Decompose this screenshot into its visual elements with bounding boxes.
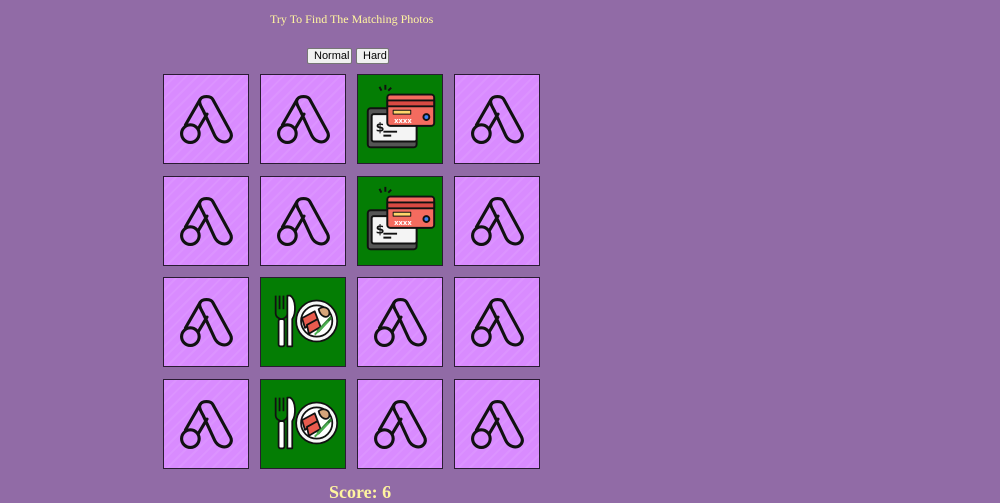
score-label: Score: xyxy=(329,482,378,502)
svg-text:$: $ xyxy=(376,222,385,237)
hard-difficulty-button[interactable]: Hard xyxy=(356,48,389,64)
memory-card[interactable] xyxy=(260,74,346,164)
score-value: 6 xyxy=(382,482,392,502)
page-title: Try To Find The Matching Photos xyxy=(270,12,434,26)
memory-card[interactable] xyxy=(163,379,249,469)
memory-card[interactable] xyxy=(454,277,540,367)
memory-card[interactable] xyxy=(260,379,346,469)
memory-card[interactable] xyxy=(260,176,346,266)
memory-card[interactable] xyxy=(163,176,249,266)
svg-text:$: $ xyxy=(376,120,385,135)
svg-text:xxxx: xxxx xyxy=(394,219,412,227)
memory-card[interactable] xyxy=(454,379,540,469)
memory-card[interactable] xyxy=(454,74,540,164)
memory-card[interactable] xyxy=(357,277,443,367)
memory-card[interactable] xyxy=(163,277,249,367)
memory-card[interactable]: $ xxxx xyxy=(357,176,443,266)
memory-card[interactable] xyxy=(163,74,249,164)
memory-card[interactable] xyxy=(454,176,540,266)
svg-text:xxxx: xxxx xyxy=(394,117,412,125)
normal-difficulty-button[interactable]: Normal xyxy=(307,48,352,64)
memory-card[interactable] xyxy=(357,379,443,469)
memory-card[interactable]: $ xxxx xyxy=(357,74,443,164)
memory-card[interactable] xyxy=(260,277,346,367)
